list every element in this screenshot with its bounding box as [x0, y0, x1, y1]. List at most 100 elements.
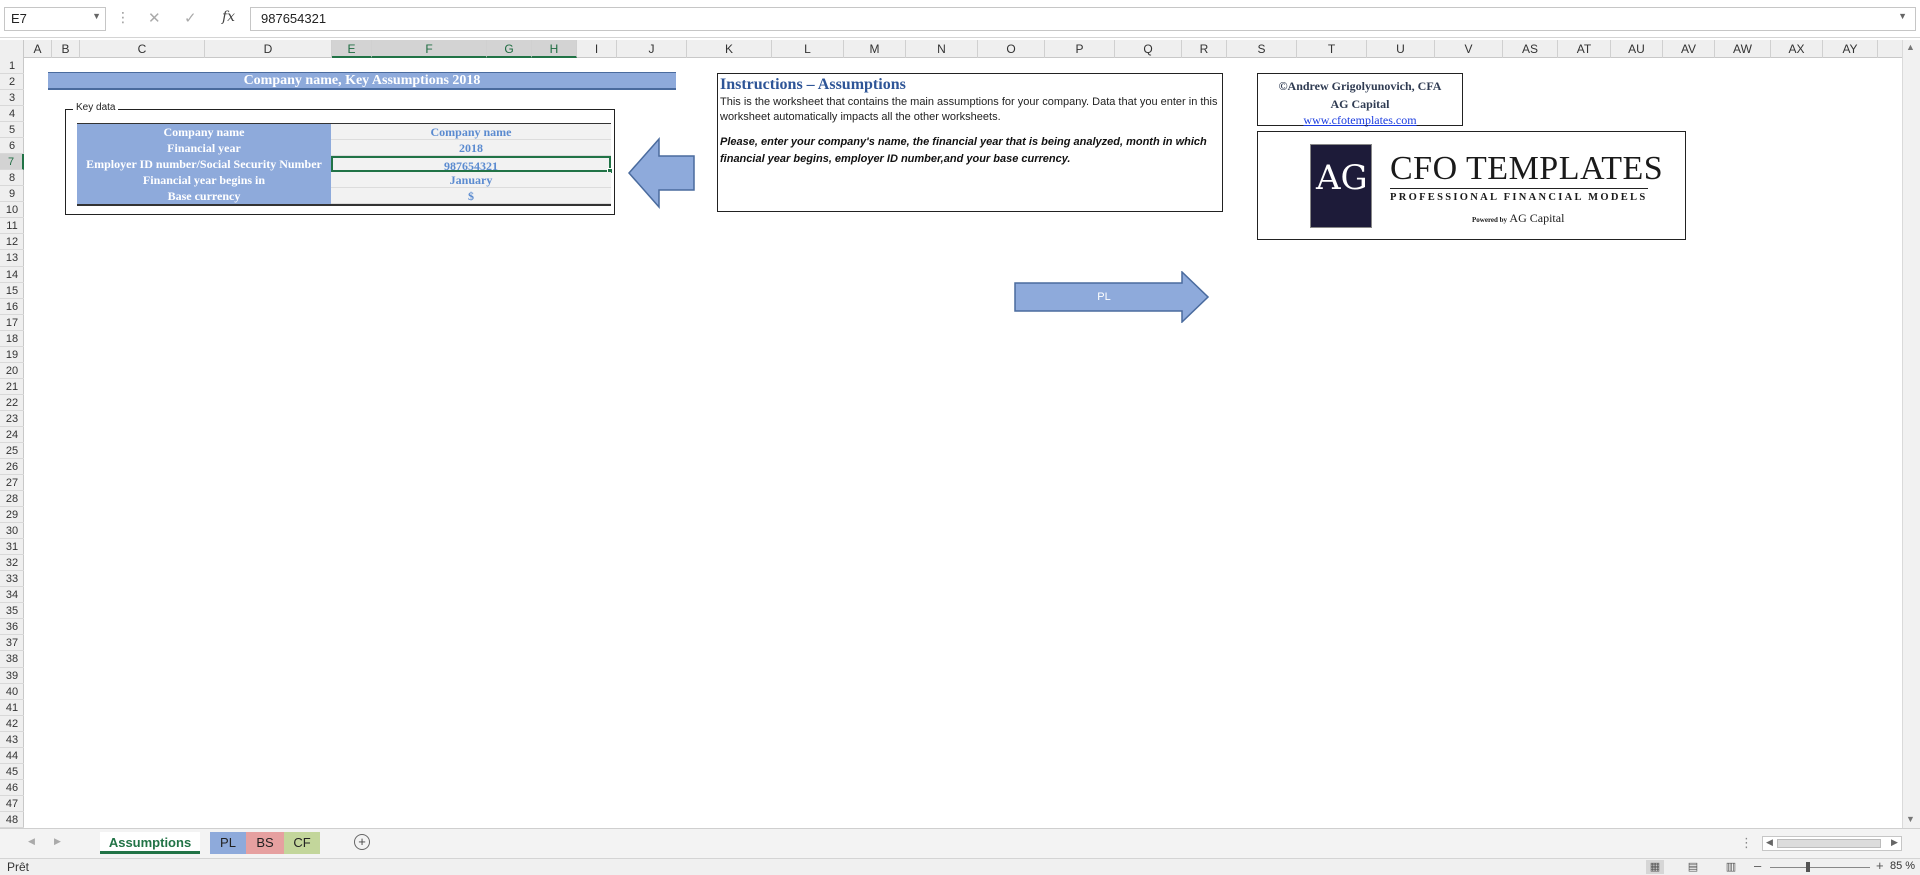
row-header[interactable]: 47 [0, 796, 24, 812]
row-header[interactable]: 44 [0, 748, 24, 764]
row-header[interactable]: 5 [0, 122, 24, 139]
vertical-scrollbar[interactable]: ▲ ▼ [1902, 40, 1920, 828]
scroll-thumb[interactable] [1777, 839, 1881, 848]
column-header[interactable]: J [617, 40, 687, 58]
row-header[interactable]: 28 [0, 491, 24, 508]
insert-function-icon[interactable]: fx [222, 9, 235, 25]
row-header[interactable]: 11 [0, 218, 24, 235]
website-link[interactable]: www.cfotemplates.com [1258, 113, 1462, 127]
column-header[interactable]: K [687, 40, 772, 58]
worksheet-grid[interactable]: Company name, Key Assumptions 2018 Key d… [24, 58, 1902, 828]
company-name-cell[interactable]: Company name [331, 124, 611, 140]
add-sheet-icon[interactable]: + [354, 834, 370, 850]
column-header[interactable]: F [372, 40, 487, 58]
row-header[interactable]: 1 [0, 58, 24, 75]
normal-view-icon[interactable]: ▦ [1646, 860, 1664, 874]
scroll-right-icon[interactable]: ▶ [1891, 837, 1898, 848]
expand-formula-bar-icon[interactable]: ▼ [1898, 11, 1907, 21]
zoom-slider-thumb[interactable] [1806, 862, 1810, 872]
financial-year-cell[interactable]: 2018 [331, 140, 611, 156]
row-header[interactable]: 2 [0, 74, 24, 91]
row-header[interactable]: 33 [0, 571, 24, 588]
column-header[interactable]: T [1297, 40, 1367, 58]
column-header[interactable]: AW [1715, 40, 1771, 58]
row-header[interactable]: 25 [0, 443, 24, 459]
enter-icon[interactable]: ✓ [184, 9, 197, 27]
tab-prev-icon[interactable]: ◀ [28, 836, 35, 847]
column-header[interactable]: AS [1503, 40, 1558, 58]
row-header[interactable]: 48 [0, 812, 24, 828]
column-header[interactable]: AX [1771, 40, 1823, 58]
row-header[interactable]: 18 [0, 331, 24, 347]
row-header[interactable]: 23 [0, 411, 24, 427]
row-header[interactable]: 37 [0, 635, 24, 652]
tab-cf[interactable]: CF [284, 832, 320, 854]
column-header[interactable]: P [1045, 40, 1115, 58]
column-header[interactable]: AT [1558, 40, 1611, 58]
row-header[interactable]: 27 [0, 475, 24, 492]
tab-assumptions[interactable]: Assumptions [100, 832, 200, 854]
left-arrow-shape[interactable] [628, 137, 696, 209]
chevron-down-icon[interactable]: ▼ [92, 11, 101, 21]
column-header[interactable]: G [487, 40, 532, 58]
row-header[interactable]: 32 [0, 555, 24, 572]
row-header[interactable]: 9 [0, 186, 24, 203]
page-layout-view-icon[interactable]: ▤ [1684, 860, 1702, 874]
select-all-corner[interactable] [0, 40, 24, 58]
zoom-out-icon[interactable]: – [1754, 858, 1761, 873]
row-header[interactable]: 20 [0, 363, 24, 379]
scroll-down-icon[interactable]: ▼ [1906, 814, 1915, 824]
column-header[interactable]: C [80, 40, 205, 58]
row-header[interactable]: 14 [0, 267, 24, 283]
row-header[interactable]: 36 [0, 619, 24, 636]
row-header[interactable]: 34 [0, 587, 24, 604]
row-header[interactable]: 16 [0, 299, 24, 315]
name-box[interactable]: E7 ▼ [4, 7, 106, 31]
horizontal-scrollbar[interactable]: ◀ ▶ [1762, 836, 1902, 851]
column-header[interactable]: AU [1611, 40, 1663, 58]
row-header[interactable]: 35 [0, 603, 24, 620]
row-header[interactable]: 46 [0, 780, 24, 796]
row-header[interactable]: 42 [0, 716, 24, 732]
row-header[interactable]: 17 [0, 315, 24, 331]
column-header[interactable]: M [844, 40, 906, 58]
row-header[interactable]: 6 [0, 138, 24, 155]
column-header[interactable]: D [205, 40, 332, 58]
tab-bs[interactable]: BS [246, 832, 284, 854]
row-header[interactable]: 4 [0, 106, 24, 123]
row-header[interactable]: 19 [0, 347, 24, 363]
row-header[interactable]: 43 [0, 732, 24, 748]
column-header[interactable]: H [532, 40, 577, 58]
row-header[interactable]: 22 [0, 395, 24, 411]
zoom-slider[interactable] [1770, 867, 1870, 868]
row-header[interactable]: 8 [0, 170, 24, 187]
column-header[interactable]: R [1182, 40, 1227, 58]
pl-nav-arrow[interactable]: PL [1014, 270, 1210, 324]
formula-input[interactable]: 987654321 ▼ [250, 7, 1916, 31]
column-header[interactable]: U [1367, 40, 1435, 58]
row-header[interactable]: 24 [0, 427, 24, 443]
column-header[interactable]: S [1227, 40, 1297, 58]
row-header[interactable]: 38 [0, 651, 24, 668]
row-header[interactable]: 26 [0, 459, 24, 476]
employer-id-cell[interactable]: 987654321 [331, 156, 613, 174]
scroll-left-icon[interactable]: ◀ [1766, 837, 1773, 848]
row-header[interactable]: 3 [0, 90, 24, 107]
more-options-icon[interactable]: ⋮ [116, 9, 130, 26]
more-options-icon[interactable]: ⋮ [1740, 835, 1753, 851]
row-header[interactable]: 29 [0, 507, 24, 524]
row-header[interactable]: 15 [0, 283, 24, 299]
column-header[interactable]: O [978, 40, 1045, 58]
column-header[interactable]: L [772, 40, 844, 58]
column-header[interactable]: N [906, 40, 978, 58]
row-header[interactable]: 41 [0, 700, 24, 716]
year-begins-cell[interactable]: January [331, 172, 611, 188]
row-header[interactable]: 21 [0, 379, 24, 395]
base-currency-cell[interactable]: $ [331, 188, 611, 204]
row-header[interactable]: 13 [0, 250, 24, 267]
row-header[interactable]: 40 [0, 684, 24, 700]
page-break-view-icon[interactable]: ▥ [1722, 860, 1740, 874]
column-header[interactable]: AV [1663, 40, 1715, 58]
cancel-icon[interactable]: ✕ [148, 9, 161, 27]
row-header[interactable]: 7 [0, 154, 24, 171]
